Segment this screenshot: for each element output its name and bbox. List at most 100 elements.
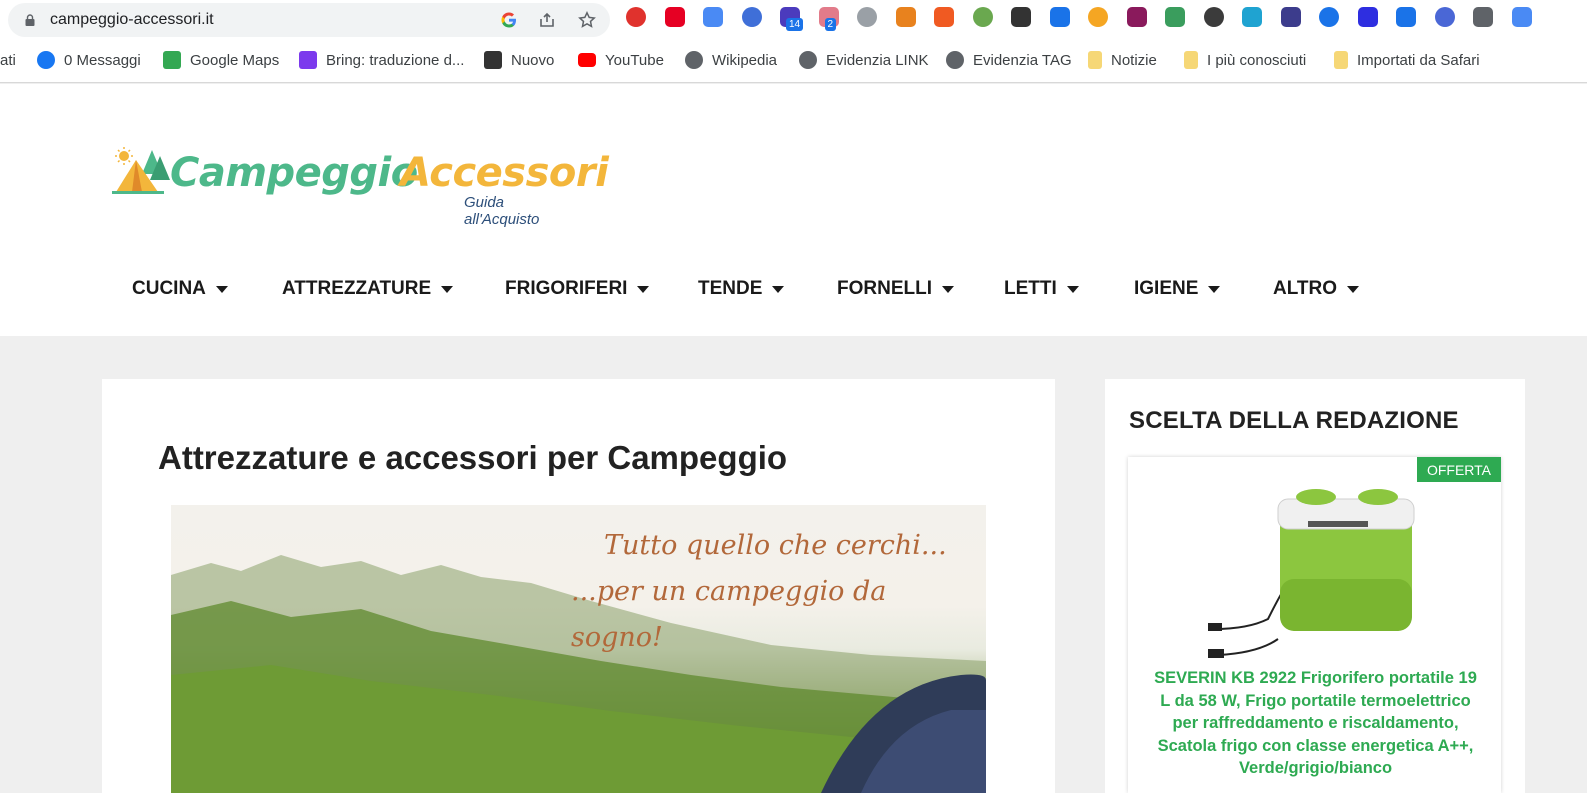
lock-icon (25, 14, 35, 26)
nav-item-frigoriferi[interactable]: FRIGORIFERI (505, 278, 650, 300)
seo-icon[interactable] (934, 7, 954, 27)
nav-item-altro[interactable]: ALTRO (1273, 278, 1360, 300)
bookmark-item[interactable]: Wikipedia (685, 49, 777, 71)
site-logo[interactable]: Campeggio Accessori Guida all'Acquisto (112, 146, 609, 228)
hero-quote-line-1: Tutto quello che cerchi... (604, 530, 947, 561)
nav-label: IGIENE (1134, 278, 1199, 299)
caret-down-icon (1208, 285, 1221, 293)
bookmark-item[interactable]: Notizie (1088, 49, 1157, 71)
bookmark-item[interactable]: Evidenzia LINK (799, 49, 929, 71)
circle-icon[interactable] (1473, 7, 1493, 27)
star-icon[interactable] (578, 11, 596, 29)
page-title: Attrezzature e accessori per Campeggio (158, 439, 788, 476)
url-text[interactable]: campeggio-accessori.it (50, 11, 214, 29)
nav-label: ATTREZZATURE (282, 278, 432, 299)
ij-icon[interactable] (1357, 7, 1378, 27)
bookmark-item[interactable]: Evidenzia TAG (946, 49, 1072, 71)
product-title-link[interactable]: SEVERIN KB 2922 Frigorifero portatile 19… (1148, 667, 1483, 780)
bookmark-item[interactable]: Nuovo (484, 49, 554, 71)
dc-icon (299, 51, 317, 69)
logo-word-accessori: Accessori (400, 150, 609, 196)
folder-icon (1334, 51, 1348, 69)
nav-item-attrezzature[interactable]: ATTREZZATURE (282, 278, 454, 300)
extension-badge: 14 (786, 18, 804, 31)
sidebar-title: SCELTA DELLA REDAZIONE (1129, 407, 1459, 434)
bookmark-label: Google Maps (190, 51, 280, 69)
caret-down-icon (441, 285, 454, 293)
address-bar[interactable]: campeggio-accessori.it (8, 3, 610, 37)
nav-label: FRIGORIFERI (505, 278, 628, 299)
caret-down-icon (215, 285, 228, 293)
main-nav: CUCINA ATTREZZATURE FRIGORIFERI TENDE FO… (0, 278, 1587, 308)
cloud-icon[interactable] (857, 7, 877, 27)
puzzle-icon[interactable] (1434, 7, 1455, 27)
egg-icon[interactable] (1088, 7, 1108, 27)
share-page-icon[interactable] (538, 11, 556, 29)
checklist-icon[interactable] (1011, 7, 1031, 27)
v-extension-icon[interactable] (741, 7, 762, 27)
wing-icon (484, 51, 502, 69)
inbox-check-icon[interactable] (1165, 7, 1185, 27)
youtube-icon (578, 53, 596, 67)
eye-icon[interactable] (1242, 7, 1262, 27)
drop-icon[interactable] (1319, 7, 1339, 27)
bookmark-item[interactable]: ati (0, 49, 16, 71)
adblock-icon[interactable] (626, 7, 646, 27)
google-icon[interactable] (500, 11, 518, 29)
nav-item-cucina[interactable]: CUCINA (132, 278, 228, 300)
folder-icon (1088, 51, 1102, 69)
bookmark-item[interactable]: Bring: traduzione d... (299, 49, 464, 71)
eyedropper-icon[interactable] (972, 7, 993, 27)
nav-item-fornelli[interactable]: FORNELLI (837, 278, 954, 300)
logo-tagline: Guida all'Acquisto (464, 194, 540, 228)
browser-chrome: campeggio-accessori.it 14 2 ati 0 Messaggi… (0, 0, 1587, 83)
nav-label: CUCINA (132, 278, 206, 299)
pinterest-icon[interactable] (664, 7, 685, 27)
tent-logo-icon (112, 147, 170, 194)
bookmark-label: Bring: traduzione d... (326, 51, 465, 69)
globe-icon (799, 51, 817, 69)
tag-icon[interactable] (1396, 7, 1416, 27)
bookmark-item[interactable]: Importati da Safari (1334, 49, 1480, 71)
check-circle-icon[interactable] (1049, 7, 1070, 27)
bookmark-label: Nuovo (511, 51, 555, 69)
bookmark-item[interactable]: Google Maps (163, 49, 279, 71)
hero-quote-line-2: ...per un campeggio da sogno! (571, 576, 887, 653)
product-image[interactable] (1208, 479, 1418, 659)
globe-icon (685, 51, 703, 69)
caret-down-icon (1066, 285, 1079, 293)
offer-badge: OFFERTA (1416, 457, 1501, 482)
nav-label: TENDE (698, 278, 763, 299)
bookmark-label: Evidenzia TAG (973, 51, 1072, 69)
bookmark-item[interactable]: YouTube (578, 49, 664, 71)
diagram-icon[interactable]: 2 (818, 7, 839, 31)
nav-item-igiene[interactable]: IGIENE (1134, 278, 1221, 300)
hero-image: Tutto quello che cerchi... ...per un cam… (171, 505, 986, 793)
nav-item-tende[interactable]: TENDE (698, 278, 785, 300)
caret-down-icon (942, 285, 954, 293)
robot-icon[interactable] (895, 7, 916, 27)
maps-pin-icon (163, 51, 181, 69)
bookmark-item[interactable]: I più conosciuti (1184, 49, 1306, 71)
bookmark-label: Notizie (1111, 51, 1157, 69)
bookmark-label: ati (0, 51, 16, 69)
site-header: Campeggio Accessori Guida all'Acquisto C… (0, 84, 1587, 336)
bookmark-label: Evidenzia LINK (826, 51, 929, 69)
caret-down-icon (1347, 285, 1360, 293)
product-card[interactable]: OFFERTA SEVERIN KB 2922 Frigorifero port… (1128, 457, 1501, 793)
academic-cap-icon[interactable]: 14 (780, 7, 804, 31)
translate-icon[interactable] (703, 7, 723, 27)
sigma-icon[interactable] (1280, 7, 1301, 27)
share-icon[interactable] (1511, 7, 1532, 27)
caret-down-icon (637, 285, 650, 293)
bookmark-label: Wikipedia (712, 51, 778, 69)
main-content: Attrezzature e accessori per Campeggio T… (102, 379, 1055, 793)
chart-icon[interactable] (1126, 7, 1147, 27)
bookmark-item[interactable]: 0 Messaggi (37, 49, 141, 71)
facebook-icon (37, 51, 55, 69)
bookmark-label: I più conosciuti (1207, 51, 1307, 69)
k-icon[interactable] (1203, 7, 1224, 27)
extension-badge: 2 (824, 18, 837, 31)
globe-icon (946, 51, 964, 69)
nav-item-letti[interactable]: LETTI (1004, 278, 1079, 300)
